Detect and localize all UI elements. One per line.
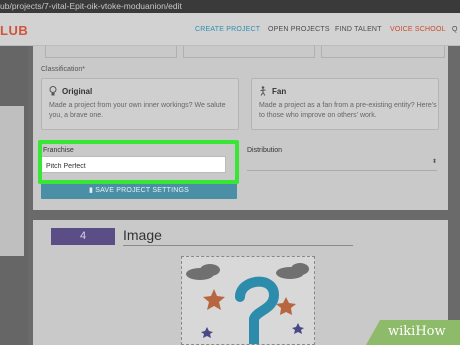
- wikihow-logo-text: wikiHow: [388, 324, 446, 339]
- url-text: ub/projects/7-vital-Epit-oik-vtoke-modua…: [0, 1, 182, 11]
- classification-fan-option[interactable]: Fan Made a project as a fan from a pre-e…: [251, 78, 439, 130]
- top-card: [321, 46, 445, 58]
- step-number: 4: [51, 228, 115, 245]
- fan-title: Fan: [272, 87, 287, 96]
- nav-create-project[interactable]: CREATE PROJECT: [195, 26, 260, 33]
- save-label: SAVE PROJECT SETTINGS: [95, 187, 189, 194]
- project-image-graphic: [186, 263, 309, 344]
- project-settings-card: Classification* Original Made a project …: [33, 46, 448, 210]
- save-project-settings-button[interactable]: ▮ SAVE PROJECT SETTINGS: [41, 183, 237, 199]
- project-image[interactable]: [181, 256, 315, 345]
- distribution-select[interactable]: ⬍: [247, 157, 437, 171]
- wikihow-watermark: wikiHow: [366, 320, 460, 345]
- nav-voice-school[interactable]: VOICE SCHOOL: [390, 26, 446, 33]
- franchise-highlight: [38, 140, 239, 184]
- distribution-label: Distribution: [247, 147, 283, 154]
- nav-find-talent[interactable]: FIND TALENT: [335, 26, 382, 33]
- fan-icon: [259, 86, 267, 96]
- section-divider: [28, 210, 460, 220]
- top-card: [45, 46, 177, 58]
- nav-open-projects[interactable]: OPEN PROJECTS: [268, 26, 330, 33]
- classification-label-text: Classification: [41, 66, 83, 73]
- classification-original-option[interactable]: Original Made a project from your own in…: [41, 78, 239, 130]
- site-header: LUB CREATE PROJECT OPEN PROJECTS FIND TA…: [0, 13, 460, 46]
- save-icon: ▮: [88, 187, 94, 194]
- site-logo[interactable]: LUB: [0, 23, 28, 38]
- fan-description: Made a project as a fan from a pre-exist…: [259, 102, 437, 119]
- classification-label: Classification*: [41, 66, 85, 73]
- step-title: Image: [123, 227, 162, 243]
- sidebar-panel: [0, 106, 24, 256]
- original-description: Made a project from your own inner worki…: [49, 102, 226, 119]
- select-arrows-icon: ⬍: [431, 159, 437, 165]
- top-card: [183, 46, 315, 58]
- url-bar[interactable]: ub/projects/7-vital-Epit-oik-vtoke-modua…: [0, 0, 460, 13]
- lightbulb-icon: [49, 86, 57, 96]
- left-sidebar: [0, 46, 28, 345]
- title-underline: [123, 245, 353, 246]
- original-title: Original: [62, 87, 93, 96]
- nav-search[interactable]: Q: [452, 26, 457, 33]
- top-cards: [35, 46, 446, 58]
